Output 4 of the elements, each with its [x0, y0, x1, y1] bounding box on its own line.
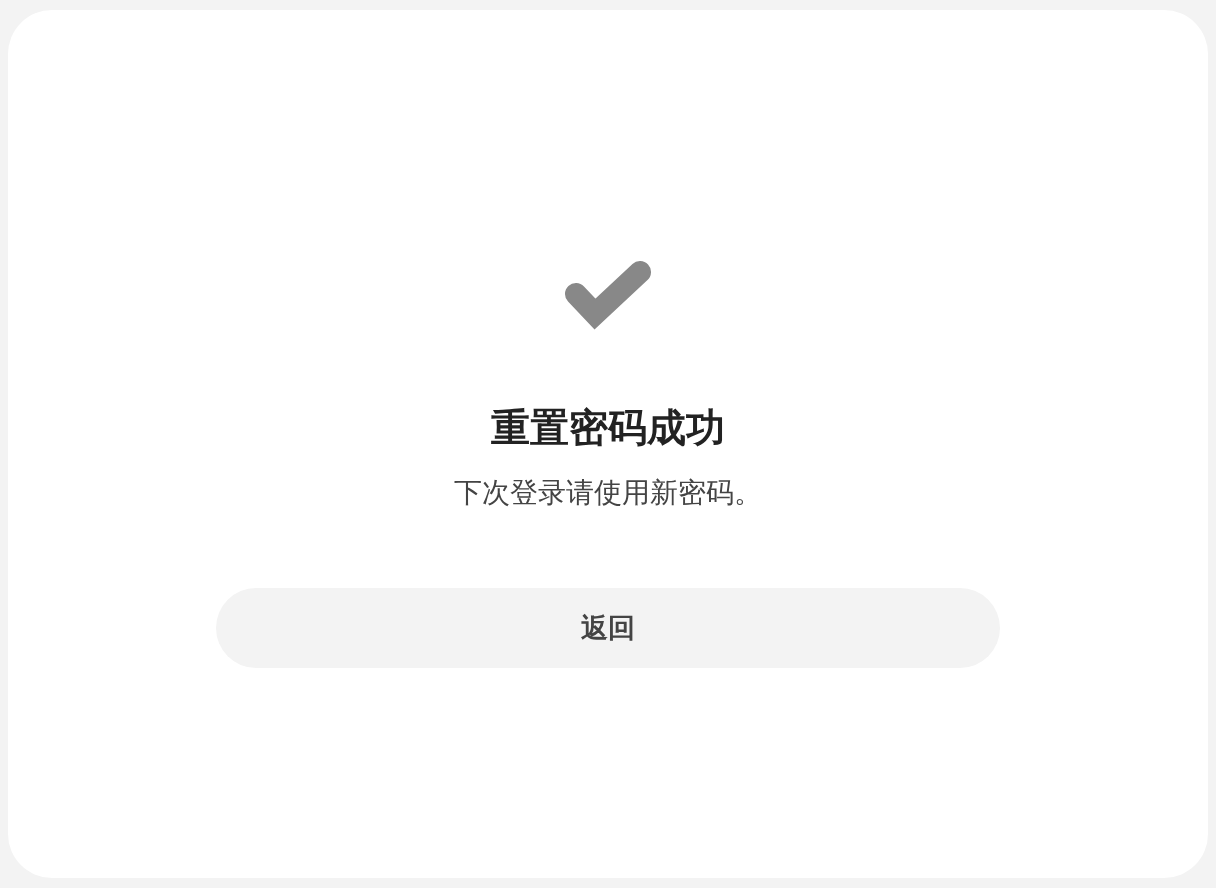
checkmark-icon	[565, 261, 651, 330]
back-button[interactable]: 返回	[216, 588, 1000, 668]
success-message: 下次登录请使用新密码。	[454, 475, 762, 511]
success-title: 重置密码成功	[491, 404, 725, 452]
